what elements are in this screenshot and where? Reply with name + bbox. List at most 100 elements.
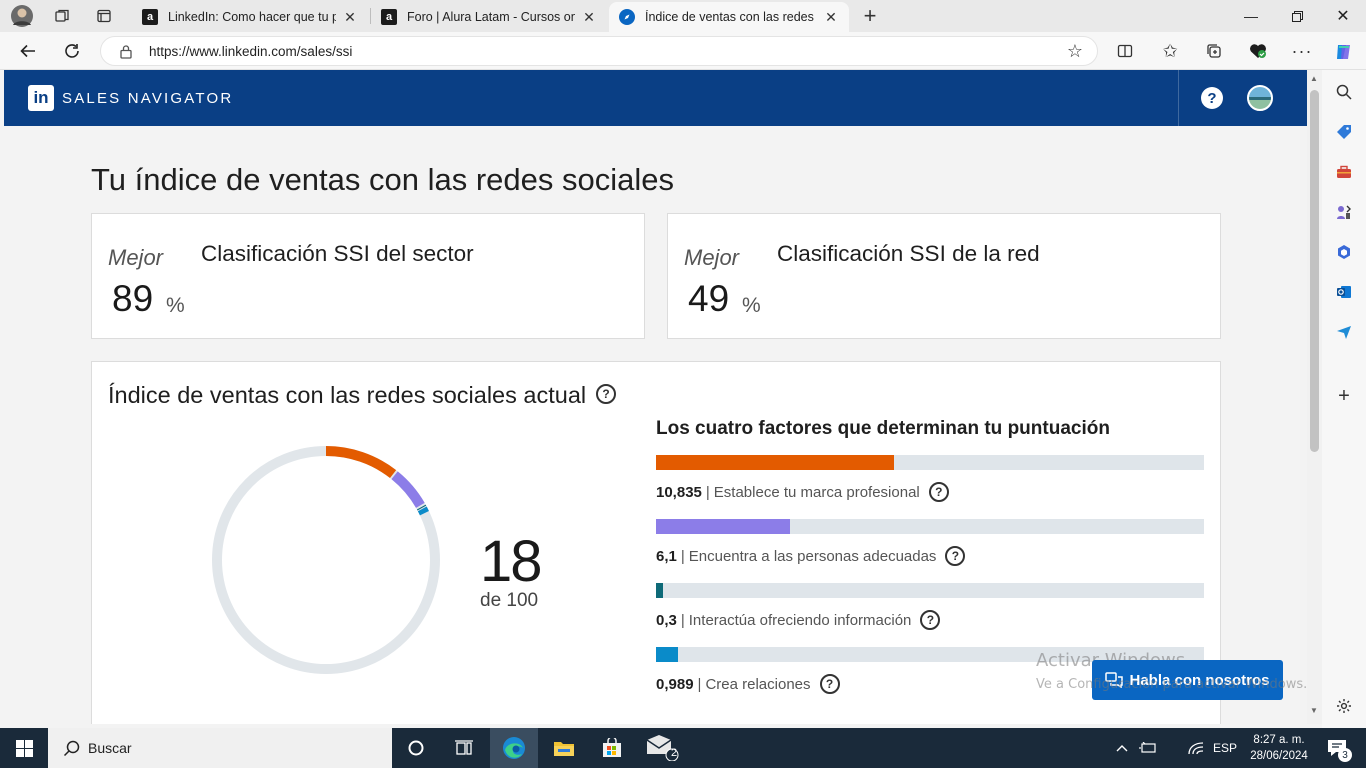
address-bar[interactable]: https://www.linkedin.com/sales/ssi ☆ — [100, 36, 1098, 66]
factor-separator: | — [697, 675, 702, 693]
copilot-icon[interactable] — [1330, 38, 1358, 66]
search-icon[interactable] — [1334, 82, 1354, 102]
sales-navigator-header: in SALES NAVIGATOR ? — [4, 70, 1307, 126]
outlook-icon[interactable] — [1334, 282, 1354, 302]
factor-separator: | — [680, 611, 685, 629]
more-options-icon[interactable]: ··· — [1288, 37, 1316, 65]
factor-bar-fill — [656, 583, 663, 598]
language-indicator[interactable]: ESP — [1213, 728, 1237, 768]
windows-activation-watermark-subtitle: Ve a Configuración para activar Windows. — [1036, 677, 1307, 692]
donut-segment-2 — [391, 471, 425, 509]
factor-help-icon[interactable]: ? — [928, 482, 949, 502]
back-icon[interactable] — [14, 37, 42, 65]
factor-help-icon[interactable]: ? — [819, 674, 840, 694]
ranking-unit: % — [166, 294, 185, 317]
taskbar-clock[interactable]: 8:27 a. m. 28/06/2024 — [1244, 732, 1314, 764]
tab-linkedin-perfil[interactable]: a LinkedIn: Como hacer que tu perfil ✕ — [132, 2, 368, 32]
tab-title: Foro | Alura Latam - Cursos online — [407, 10, 575, 24]
donut-segment-3 — [416, 504, 427, 511]
ssi-help-icon[interactable]: ? — [596, 384, 616, 404]
microsoft-365-icon[interactable] — [1334, 242, 1354, 262]
user-avatar[interactable] — [1247, 85, 1273, 111]
factor-value: 10,835 — [656, 483, 702, 501]
donut-segment-1 — [325, 446, 397, 479]
refresh-icon[interactable] — [58, 37, 86, 65]
new-tab-icon[interactable]: + — [856, 3, 884, 28]
add-sidebar-app-icon[interactable]: + — [1334, 385, 1354, 407]
factor-label: Interactúa ofreciendo información — [688, 611, 912, 629]
factor-help-icon[interactable]: ? — [945, 546, 966, 566]
battery-icon[interactable] — [1138, 728, 1158, 768]
ranking-unit: % — [742, 294, 761, 317]
lock-icon[interactable] — [119, 44, 133, 64]
notifications-icon[interactable]: 3 — [1322, 728, 1352, 768]
page-scrollbar[interactable]: ▲ ▼ — [1307, 70, 1322, 724]
cortana-icon[interactable] — [392, 728, 440, 768]
factor-bar-track — [656, 519, 1204, 534]
edge-sidebar: + — [1322, 70, 1366, 728]
show-hidden-icons[interactable] — [1114, 728, 1130, 768]
mail-badge: 2 — [671, 747, 678, 759]
split-screen-icon[interactable] — [1111, 37, 1139, 65]
close-tab-icon[interactable]: ✕ — [342, 9, 358, 26]
file-explorer-icon[interactable] — [540, 728, 588, 768]
factor-bar-track — [656, 583, 1204, 598]
collections-icon[interactable] — [1200, 37, 1228, 65]
page-title: Tu índice de ventas con las redes social… — [91, 162, 675, 197]
task-view-icon[interactable] — [440, 728, 488, 768]
close-window-icon[interactable]: ✕ — [1320, 0, 1366, 32]
close-tab-icon[interactable]: ✕ — [823, 9, 839, 26]
factor-row: 6,1 | Encuentra a las personas adecuadas ? — [656, 546, 966, 566]
sidebar-settings-icon[interactable] — [1334, 696, 1354, 716]
factor-row: 10,835 | Establece tu marca profesional ? — [656, 482, 949, 502]
header-divider — [1178, 70, 1179, 126]
favorites-icon[interactable]: ✩ — [1156, 37, 1184, 65]
favorite-star-icon[interactable]: ☆ — [1067, 41, 1083, 62]
ssi-title: Índice de ventas con las redes sociales … — [108, 382, 587, 408]
ranking-label: Mejor — [108, 245, 164, 270]
windows-start-icon[interactable] — [0, 728, 48, 768]
ranking-title: Clasificación SSI de la red — [777, 241, 1040, 266]
tab-indice-ventas[interactable]: Índice de ventas con las redes sociales … — [609, 2, 849, 32]
shopping-tag-icon[interactable] — [1334, 122, 1354, 142]
tab-actions-icon[interactable] — [90, 4, 118, 28]
factor-value: 6,1 — [656, 547, 677, 565]
wifi-icon[interactable] — [1186, 728, 1206, 768]
games-icon[interactable] — [1334, 202, 1354, 222]
tools-briefcase-icon[interactable] — [1334, 162, 1354, 182]
browser-toolbar: https://www.linkedin.com/sales/ssi ☆ ✩ ·… — [0, 32, 1366, 70]
factors-title: Los cuatro factores que determinan tu pu… — [656, 418, 1110, 439]
factor-separator: | — [680, 547, 685, 565]
mail-icon[interactable]: 2 — [638, 728, 686, 768]
ranking-value: 89 — [112, 278, 154, 319]
factor-bar-fill — [656, 455, 894, 470]
ranking-title: Clasificación SSI del sector — [201, 241, 474, 266]
tab-foro-alura[interactable]: a Foro | Alura Latam - Cursos online ✕ — [371, 2, 607, 32]
sales-navigator-title[interactable]: SALES NAVIGATOR — [62, 90, 233, 107]
restore-icon[interactable] — [1274, 0, 1320, 32]
alura-favicon-icon: a — [142, 9, 158, 25]
url-text[interactable]: https://www.linkedin.com/sales/ssi — [149, 44, 352, 59]
scrollbar-thumb[interactable] — [1310, 90, 1319, 452]
taskbar-search-box[interactable]: Buscar — [48, 728, 392, 768]
ssi-donut-chart — [212, 446, 440, 674]
factor-label: Crea relaciones — [705, 675, 811, 693]
clock-date: 28/06/2024 — [1250, 750, 1308, 762]
help-icon[interactable]: ? — [1201, 87, 1223, 109]
browser-essentials-icon[interactable] — [1244, 37, 1272, 65]
workspaces-icon[interactable] — [48, 4, 76, 28]
linkedin-logo[interactable]: in — [28, 85, 54, 111]
factor-help-icon[interactable]: ? — [920, 610, 941, 630]
microsoft-store-icon[interactable] — [588, 728, 636, 768]
scroll-down-icon[interactable]: ▼ — [1310, 706, 1318, 715]
minimize-icon[interactable]: — — [1228, 0, 1274, 32]
edge-taskbar-icon[interactable] — [490, 728, 538, 768]
tab-title: LinkedIn: Como hacer que tu perfil — [168, 10, 336, 24]
send-drop-icon[interactable] — [1334, 322, 1354, 342]
factor-bar-fill — [656, 647, 678, 662]
windows-taskbar: Buscar 2 ESP 8:27 a. m. 28/06/2024 3 — [0, 728, 1366, 768]
network-ranking-card: Mejor 49 % Clasificación SSI de la red — [667, 213, 1221, 339]
scroll-up-icon[interactable]: ▲ — [1310, 74, 1318, 83]
close-tab-icon[interactable]: ✕ — [581, 9, 597, 26]
profile-avatar-icon[interactable] — [8, 4, 36, 28]
